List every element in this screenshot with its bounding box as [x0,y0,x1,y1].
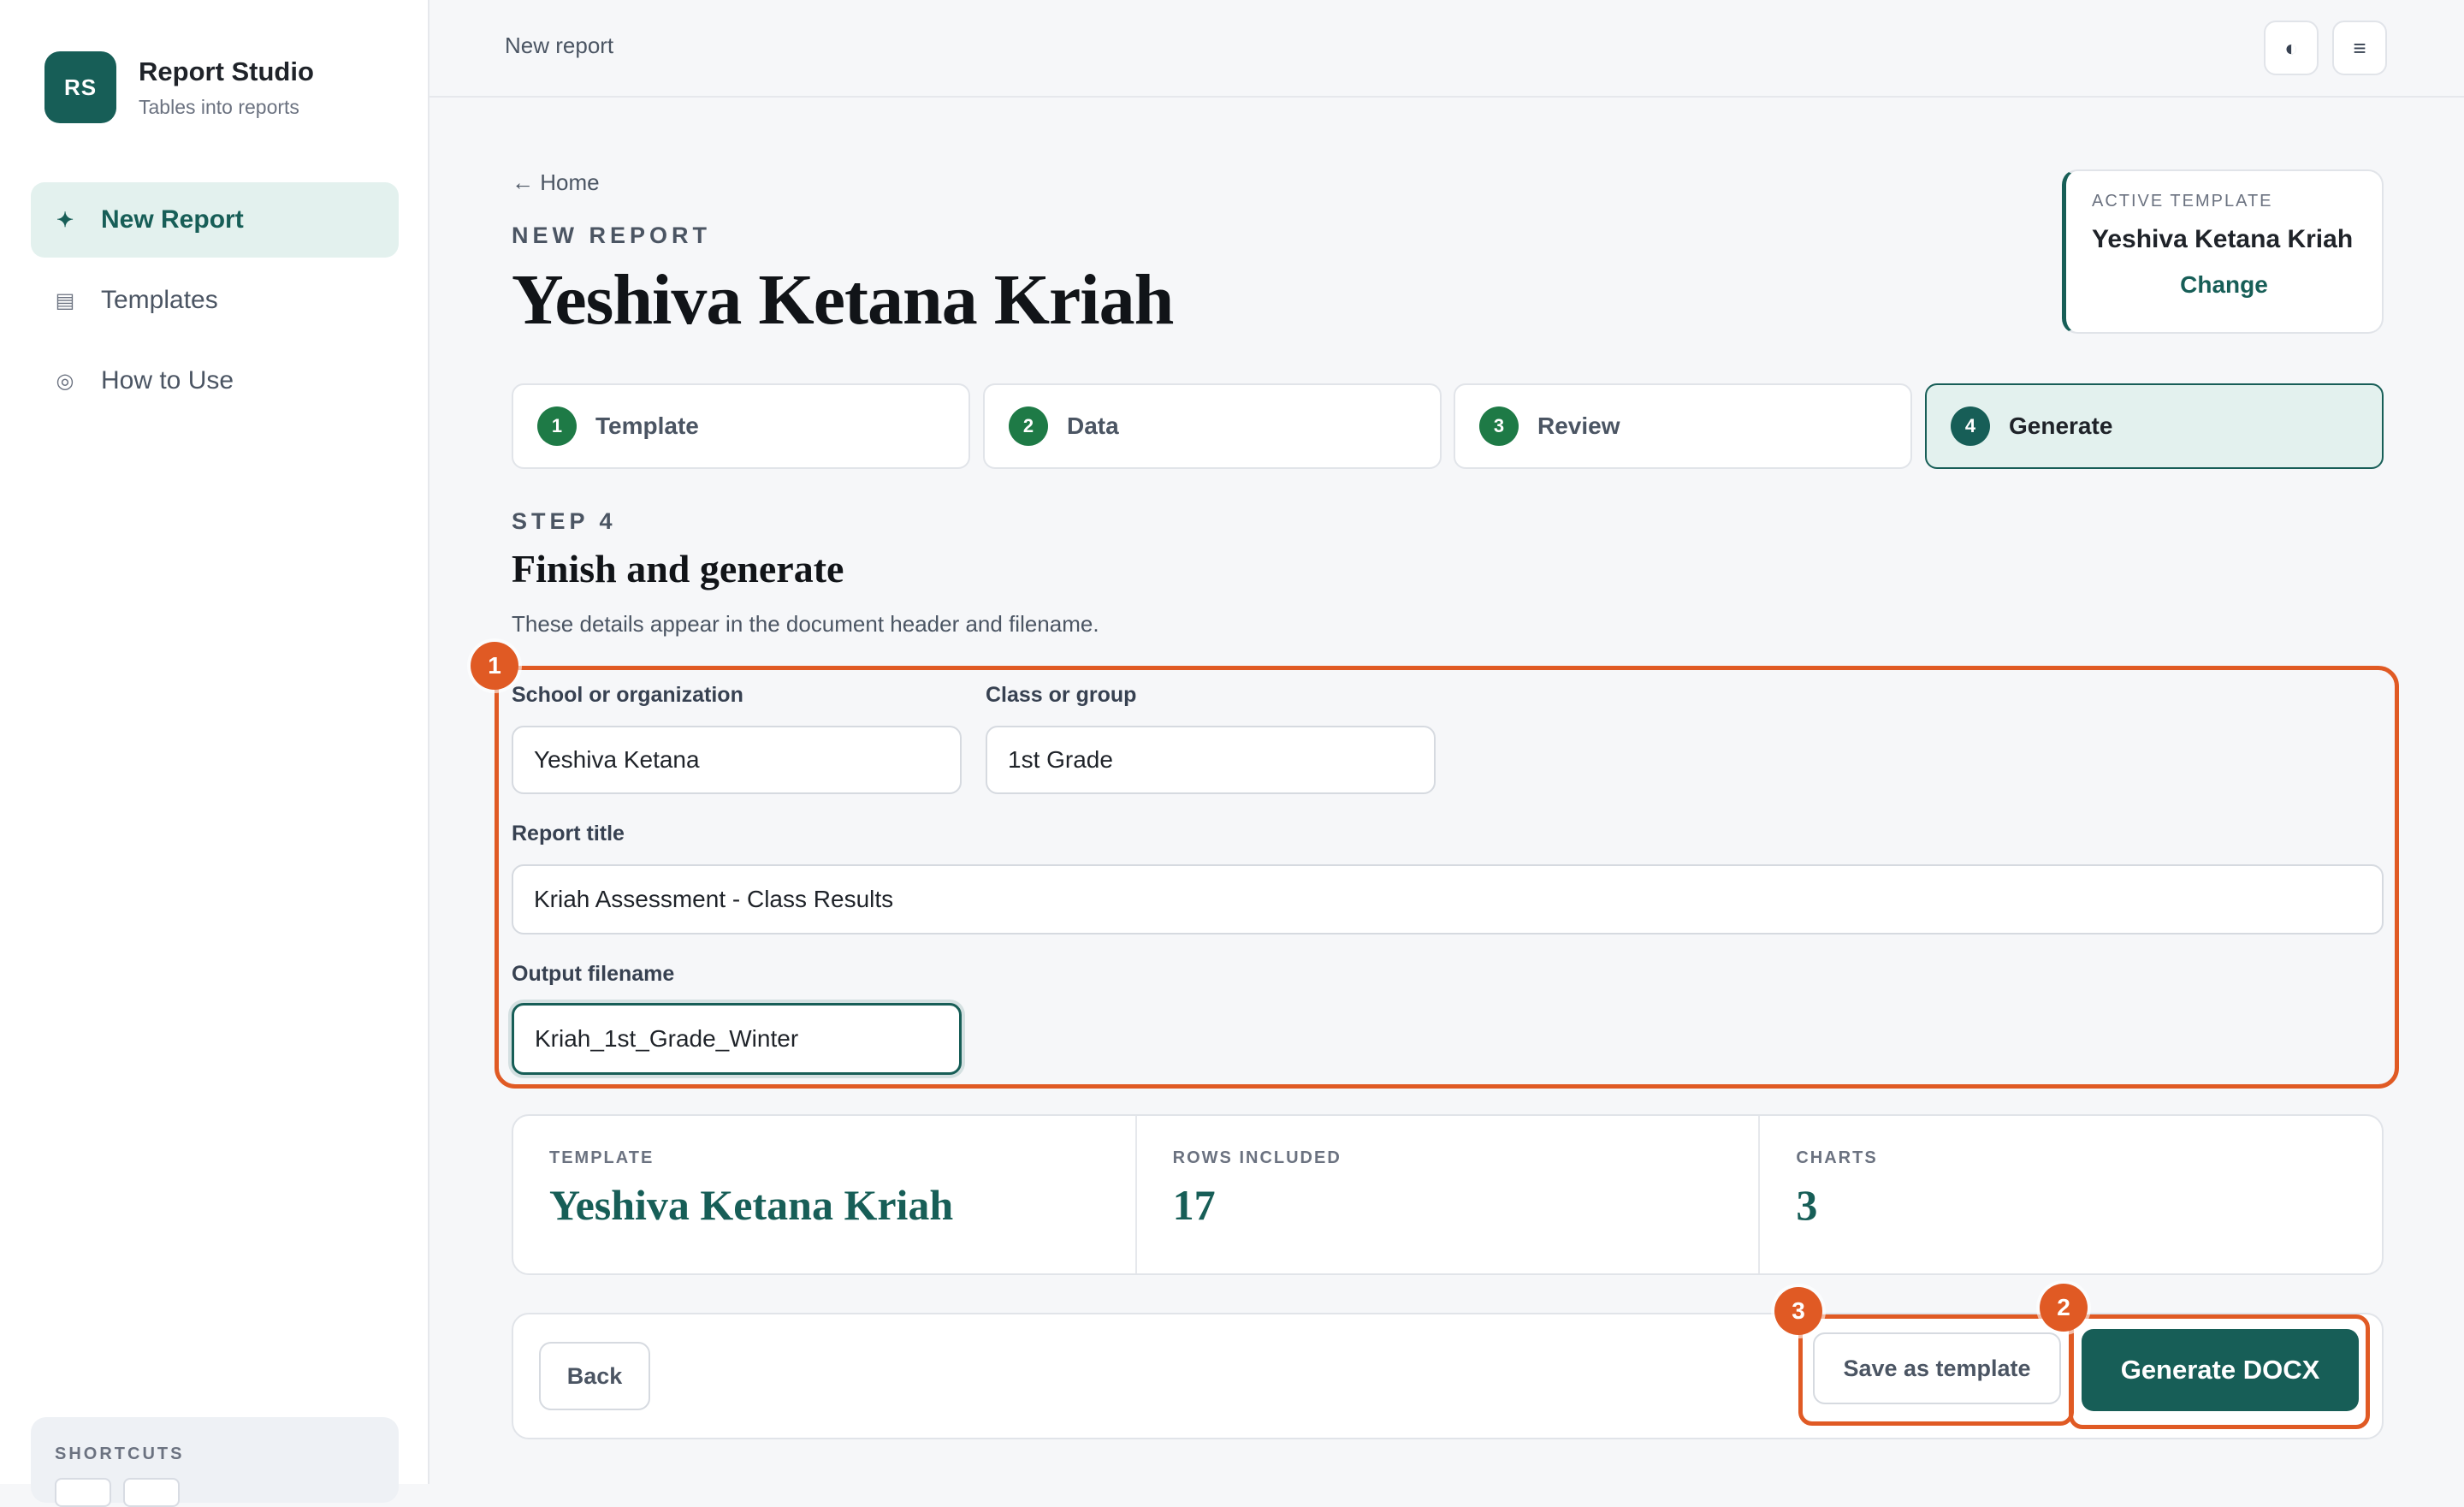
step-data[interactable]: 2 Data [983,383,1442,469]
sidebar-item-templates[interactable]: ▤ Templates [31,263,399,338]
app-tagline: Tables into reports [139,95,299,118]
sidebar-item-label: Templates [101,286,218,314]
stat-label: TEMPLATE [549,1148,654,1167]
stat-value: 3 [1796,1181,1818,1229]
menu-button[interactable]: ≡ [2332,21,2387,75]
filename-input[interactable]: Kriah_1st_Grade_Winter [512,1003,962,1075]
topbar: New report ◐ ≡ [429,0,2464,98]
topbar-title: New report [505,33,614,58]
step-label: Data [1067,412,1119,439]
annotation-badge-3: 3 [1774,1287,1822,1335]
sidebar-nav: ✦ New Report ▤ Templates ◎ How to Use [31,182,399,424]
step-review[interactable]: 3 Review [1454,383,1912,469]
class-label: Class or group [986,683,1137,707]
menu-icon: ≡ [2353,34,2366,61]
sidebar-item-how-to-use[interactable]: ◎ How to Use [31,343,399,418]
report-title-input[interactable]: Kriah Assessment - Class Results [512,864,2384,934]
shortcuts-panel: SHORTCUTS [31,1417,399,1507]
app-logo: RS [44,51,116,123]
stat-template: TEMPLATE Yeshiva Ketana Kriah [513,1116,1137,1273]
stat-value: Yeshiva Ketana Kriah [549,1181,954,1229]
shortcut-key [55,1478,111,1507]
save-template-highlight: Save as template [1798,1314,2074,1426]
home-link[interactable]: ← Home [512,169,600,196]
step-number: 1 [537,406,577,446]
action-bar: Back Save as template Generate DOCX [512,1313,2384,1439]
circle-icon: ◎ [56,369,74,393]
step-generate[interactable]: 4 Generate [1925,383,2384,469]
save-as-template-button[interactable]: Save as template [1813,1332,2061,1404]
section-description: These details appear in the document hea… [512,611,1099,637]
step-template[interactable]: 1 Template [512,383,970,469]
sidebar: RS Report Studio Tables into reports ✦ N… [0,0,429,1507]
stat-rows: ROWS INCLUDED 17 [1137,1116,1761,1273]
summary-stats: TEMPLATE Yeshiva Ketana Kriah ROWS INCLU… [512,1114,2384,1275]
stat-label: CHARTS [1796,1148,1878,1167]
contrast-icon: ◐ [2284,34,2298,61]
shortcuts-title: SHORTCUTS [55,1445,185,1463]
change-template-link[interactable]: Change [2092,271,2356,299]
active-template-name: Yeshiva Ketana Kriah [2092,225,2354,253]
brand[interactable]: RS Report Studio Tables into reports [44,51,314,123]
sidebar-item-label: How to Use [101,366,234,395]
step-eyebrow: STEP 4 [512,508,617,534]
step-label: Review [1537,412,1620,439]
page-eyebrow: NEW REPORT [512,222,712,248]
annotation-badge-2: 2 [2040,1284,2088,1332]
list-icon: ▤ [55,288,75,312]
class-input[interactable]: 1st Grade [986,726,1436,794]
page-title: Yeshiva Ketana Kriah [512,260,1174,340]
report-title-label: Report title [512,822,625,845]
theme-toggle-button[interactable]: ◐ [2264,21,2319,75]
active-template-card: ACTIVE TEMPLATE Yeshiva Ketana Kriah Cha… [2062,169,2384,334]
step-label: Generate [2009,412,2113,439]
sidebar-item-new-report[interactable]: ✦ New Report [31,182,399,258]
back-button[interactable]: Back [539,1342,650,1410]
step-label: Template [595,412,699,439]
stepper: 1 Template 2 Data 3 Review 4 Generate [512,383,2384,469]
active-template-label: ACTIVE TEMPLATE [2092,192,2273,211]
generate-docx-button[interactable]: Generate DOCX [2082,1329,2359,1411]
sparkle-icon: ✦ [56,208,74,232]
app-name: Report Studio [139,56,314,86]
generate-highlight: Generate DOCX [2069,1314,2370,1429]
step-number: 2 [1009,406,1048,446]
section-title: Finish and generate [512,547,844,590]
school-input[interactable]: Yeshiva Ketana [512,726,962,794]
stat-charts: CHARTS 3 [1760,1116,2382,1273]
stat-value: 17 [1172,1181,1216,1229]
stat-label: ROWS INCLUDED [1172,1148,1342,1167]
sidebar-item-label: New Report [101,205,244,234]
step-number: 4 [1951,406,1990,446]
filename-label: Output filename [512,962,675,986]
shortcut-key [123,1478,180,1507]
school-label: School or organization [512,683,743,707]
step-number: 3 [1479,406,1519,446]
